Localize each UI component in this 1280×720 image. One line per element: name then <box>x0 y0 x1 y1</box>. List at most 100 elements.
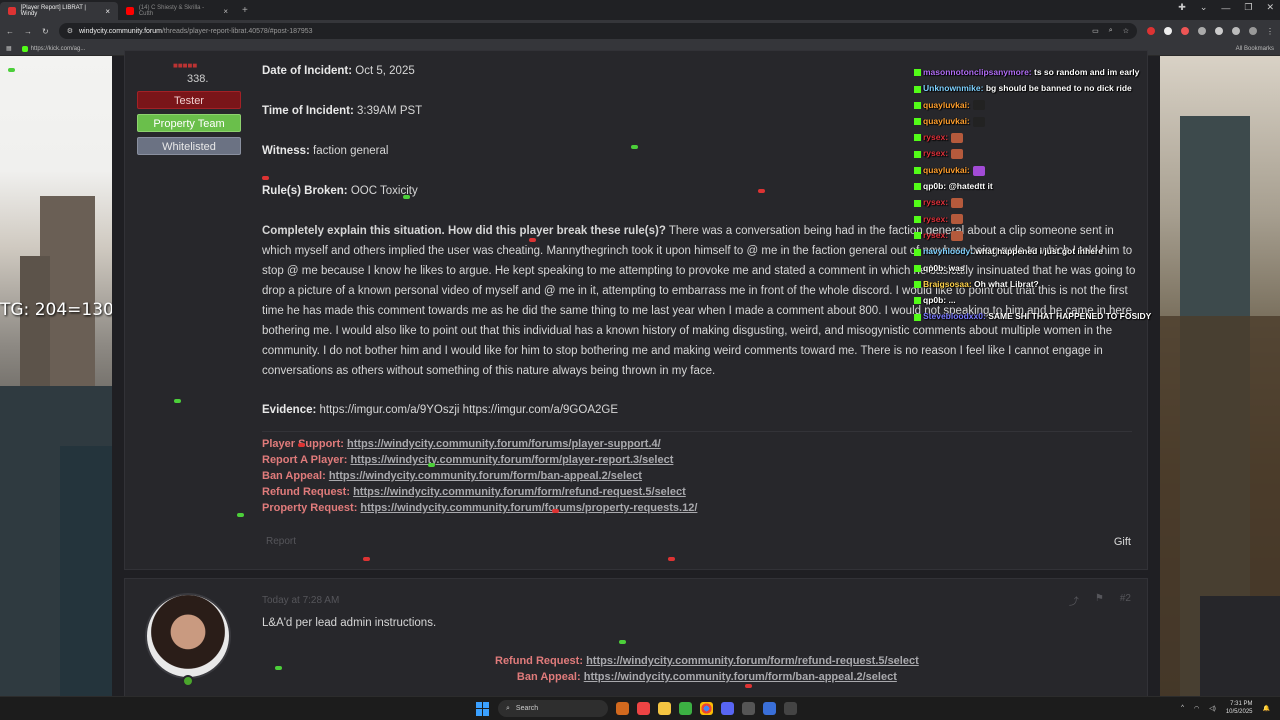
new-tab-button[interactable]: + <box>236 5 254 16</box>
bookmark-star-icon[interactable]: ☆ <box>1123 27 1129 35</box>
emote-icon <box>951 149 964 160</box>
extension-icon[interactable] <box>1147 27 1155 35</box>
close-window-icon[interactable]: ✕ <box>1266 2 1274 13</box>
zoom-icon[interactable]: ⌕ <box>1109 27 1113 35</box>
chat-message: rysex: <box>914 211 1154 227</box>
link-row: Refund Request: https://windycity.commun… <box>495 655 919 667</box>
chat-username[interactable]: qp0b: <box>923 295 946 305</box>
notification-bell-icon[interactable]: 🔔 <box>1263 705 1270 712</box>
kick-badge-icon <box>914 101 921 109</box>
chat-username[interactable]: quayluvkai: <box>923 116 970 126</box>
chat-username[interactable]: qp0b: <box>923 263 946 273</box>
chat-username[interactable]: rysex: <box>923 148 948 158</box>
discord-icon[interactable] <box>721 702 734 715</box>
url-path: /threads/player-report-librat.40578/#pos… <box>161 27 313 35</box>
chat-message: Unknownmike: bg should be banned to no d… <box>914 80 1154 96</box>
cast-icon[interactable]: ▭ <box>1092 27 1099 35</box>
file-explorer-icon[interactable] <box>658 702 671 715</box>
kick-badge-icon <box>914 281 921 289</box>
post-date[interactable]: Today at 7:28 AM <box>262 595 339 606</box>
post-number[interactable]: #2 <box>1120 593 1131 608</box>
ban-appeal-link[interactable]: https://windycity.community.forum/form/b… <box>329 470 642 482</box>
wifi-icon[interactable]: ◠ <box>1194 705 1199 712</box>
bookmark-label: https://kick.com/ag... <box>30 45 86 52</box>
refund-request-link[interactable]: https://windycity.community.forum/form/r… <box>586 655 919 667</box>
forward-icon[interactable]: → <box>24 27 32 36</box>
forum-favicon-icon <box>8 7 16 15</box>
app-icon[interactable] <box>616 702 629 715</box>
app-icon[interactable] <box>763 702 776 715</box>
chat-username[interactable]: quayluvkai: <box>923 100 970 110</box>
app-icon[interactable] <box>637 702 650 715</box>
tab-search-icon[interactable]: ⌄ <box>1200 2 1208 13</box>
gift-button[interactable]: Gift <box>1114 536 1131 548</box>
report-button[interactable]: Report <box>266 536 296 547</box>
kick-badge-icon <box>914 248 921 256</box>
chat-username[interactable]: rysex: <box>923 197 948 207</box>
menu-dots-icon[interactable]: ⋮ <box>1266 27 1274 36</box>
chat-username[interactable]: rysex: <box>923 230 948 240</box>
kick-icon <box>21 45 28 52</box>
extension-icon[interactable] <box>1181 27 1189 35</box>
bookmark-kick[interactable]: https://kick.com/ag... <box>21 45 86 52</box>
chevron-up-icon[interactable]: ^ <box>1181 705 1184 711</box>
chat-username[interactable]: quayluvkai: <box>923 165 970 175</box>
maximize-icon[interactable]: ❐ <box>1244 2 1252 13</box>
chat-username[interactable]: Unknownmike: <box>923 83 983 93</box>
kick-badge-icon <box>914 183 921 191</box>
chat-username[interactable]: navyhloody: <box>923 246 973 256</box>
taskbar-search[interactable]: ⌕ Search <box>498 700 608 717</box>
chat-username[interactable]: masonnotonclipsanymore: <box>923 67 1032 77</box>
player-support-link[interactable]: https://windycity.community.forum/forums… <box>347 438 661 450</box>
bookmark-icon[interactable]: ⚑ <box>1095 593 1104 608</box>
reload-icon[interactable]: ↻ <box>42 27 49 36</box>
back-icon[interactable]: ← <box>6 27 14 36</box>
refund-request-link[interactable]: https://windycity.community.forum/form/r… <box>353 486 686 498</box>
system-tray: ^ ◠ ◁) 7:31 PM 10/5/2025 🔔 <box>1181 700 1270 716</box>
link-row: Property Request: https://windycity.comm… <box>262 502 698 514</box>
site-info-icon[interactable]: ⚙ <box>67 27 73 35</box>
apps-icon[interactable]: ▦ <box>6 45 12 52</box>
share-icon[interactable]: ⤴ <box>1069 593 1079 608</box>
tab-player-report[interactable]: [Player Report] LIBRAT | Windy × <box>0 2 118 20</box>
question: Completely explain this situation. How d… <box>262 225 666 237</box>
time: 7:31 PM <box>1230 701 1253 707</box>
tab-youtube[interactable]: (14) C Shiesty & Skrilla - Cutth × <box>118 2 236 20</box>
chat-username[interactable]: Stevebloodxx0: <box>923 311 986 321</box>
extension-icon[interactable] <box>1198 27 1206 35</box>
chat-username[interactable]: rysex: <box>923 132 948 142</box>
avatar[interactable] <box>145 593 231 679</box>
extension-icon[interactable] <box>1215 27 1223 35</box>
app-icon[interactable] <box>784 702 797 715</box>
link-row: Report A Player: https://windycity.commu… <box>262 454 674 466</box>
close-tab-icon[interactable]: × <box>105 7 110 16</box>
ban-appeal-link[interactable]: https://windycity.community.forum/form/b… <box>584 671 897 683</box>
stream-chat-overlay: masonnotonclipsanymore: ts so random and… <box>914 64 1154 325</box>
extension-icon[interactable] <box>1164 27 1172 35</box>
profile-avatar-icon[interactable] <box>1249 27 1257 35</box>
chrome-icon[interactable] <box>700 702 713 715</box>
close-tab-icon[interactable]: × <box>223 7 228 16</box>
chat-username[interactable]: qp0b: <box>923 181 946 191</box>
right-background-image <box>1160 56 1280 696</box>
field-date: Date of Incident: Oct 5, 2025 <box>262 65 415 77</box>
minimize-icon[interactable]: — <box>1221 3 1230 13</box>
report-player-link[interactable]: https://windycity.community.forum/form/p… <box>350 454 673 466</box>
chat-username[interactable]: Braigsosaa: <box>923 279 972 289</box>
volume-icon[interactable]: ◁) <box>1209 705 1216 712</box>
user-rank-icon: ■■■■■ <box>173 61 198 70</box>
chat-message: qp0b: was <box>914 260 1154 276</box>
emote-icon <box>951 198 964 209</box>
puzzle-icon[interactable] <box>1232 27 1240 35</box>
app-icon[interactable] <box>679 702 692 715</box>
window-controls: ✚ ⌄ — ❐ ✕ <box>1178 2 1274 13</box>
windows-start-icon[interactable] <box>476 701 490 716</box>
chrome-plus-icon[interactable]: ✚ <box>1178 2 1186 13</box>
url-input[interactable]: ⚙ windycity.community.forum/threads/play… <box>58 23 1137 39</box>
all-bookmarks[interactable]: All Bookmarks <box>1236 46 1274 52</box>
app-icon[interactable] <box>742 702 755 715</box>
chat-username[interactable]: rysex: <box>923 214 948 224</box>
chat-message: quayluvkai: <box>914 97 1154 113</box>
property-request-link[interactable]: https://windycity.community.forum/forums… <box>360 502 697 514</box>
clock[interactable]: 7:31 PM 10/5/2025 <box>1226 700 1253 716</box>
